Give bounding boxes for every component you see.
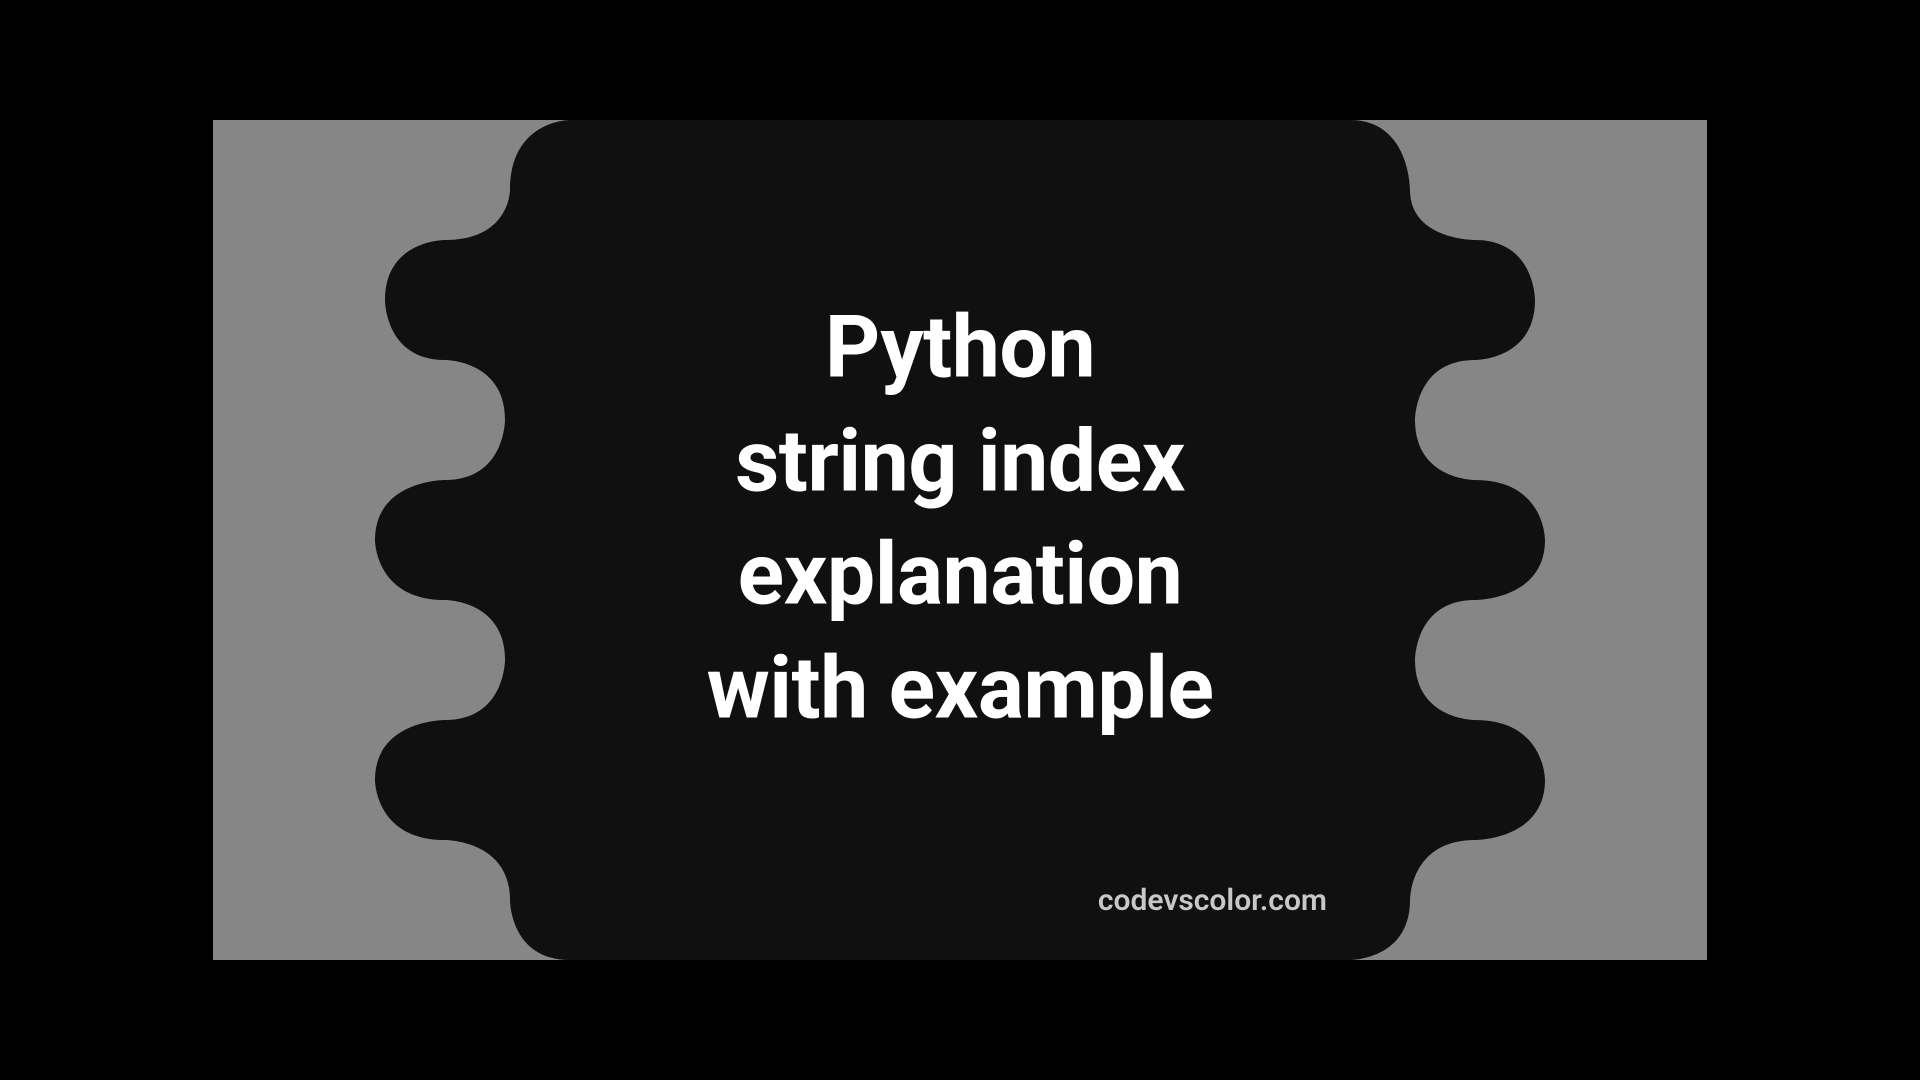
watermark-text: codevscolor.com bbox=[1098, 883, 1327, 918]
title-block: Python string index explanation with exa… bbox=[213, 290, 1707, 744]
title-line-3: explanation bbox=[213, 517, 1707, 631]
title-line-1: Python bbox=[213, 290, 1707, 404]
title-line-2: string index bbox=[213, 404, 1707, 518]
title-line-4: with example bbox=[213, 631, 1707, 745]
banner-container: Python string index explanation with exa… bbox=[213, 120, 1707, 960]
